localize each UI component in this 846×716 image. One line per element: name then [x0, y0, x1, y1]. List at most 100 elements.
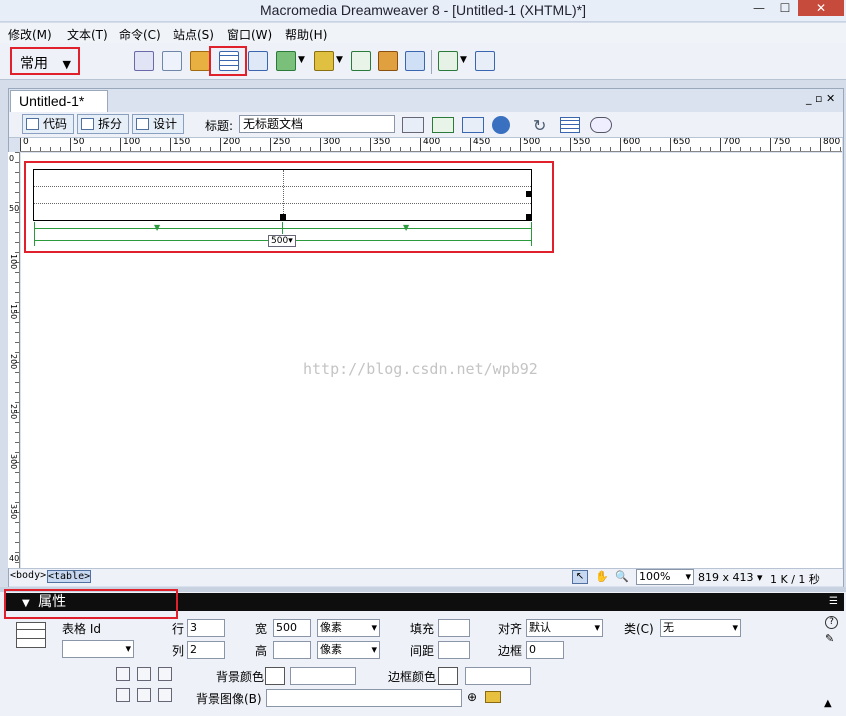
split-view-button[interactable]: 拆分: [77, 114, 129, 134]
guide-tick: [282, 222, 283, 234]
window-size[interactable]: 819 x 413 ▾: [698, 571, 763, 584]
refresh-icon[interactable]: ↻: [533, 116, 551, 135]
cols-label: 列: [172, 644, 185, 658]
hand-tool-icon[interactable]: ✋: [595, 570, 609, 583]
design-icon: [136, 118, 149, 130]
width-label: 宽: [255, 622, 268, 636]
hyperlink-icon[interactable]: [134, 51, 154, 71]
padding-input[interactable]: [438, 619, 470, 637]
div-icon[interactable]: [248, 51, 268, 71]
close-button[interactable]: ✕: [798, 0, 844, 16]
menu-window[interactable]: 窗口(W): [227, 26, 272, 43]
media-dropdown-icon[interactable]: ▼: [336, 55, 343, 65]
menu-commands[interactable]: 命令(C): [119, 26, 161, 43]
zoom-tool-icon[interactable]: 🔍: [615, 570, 629, 583]
selected-table[interactable]: [33, 169, 532, 221]
convert-heights-pct-icon[interactable]: [158, 688, 172, 702]
category-dropdown[interactable]: 常用 ▼: [20, 53, 71, 73]
date-icon[interactable]: [351, 51, 371, 71]
email-link-icon[interactable]: [162, 51, 182, 71]
padding-label: 填充: [410, 622, 435, 636]
table-properties-icon: [16, 622, 46, 648]
convert-heights-px-icon[interactable]: [137, 688, 151, 702]
validate-icon[interactable]: [402, 117, 424, 133]
bgcolor-picker[interactable]: [265, 667, 285, 685]
document-tab[interactable]: Untitled-1*: [10, 90, 108, 112]
server-include-icon[interactable]: [405, 51, 425, 71]
anchor-icon[interactable]: [190, 51, 210, 71]
align-label: 对齐: [498, 622, 523, 636]
bordercolor-input[interactable]: [465, 667, 531, 685]
menu-modify[interactable]: 修改(M): [8, 26, 52, 43]
height-input[interactable]: [273, 641, 311, 659]
width-input[interactable]: 500: [273, 619, 311, 637]
point-to-file-icon[interactable]: ⊕: [467, 690, 477, 704]
minimize-button[interactable]: —: [746, 0, 772, 16]
column-menu-icon[interactable]: ▼: [403, 223, 409, 232]
rows-input[interactable]: 3: [187, 619, 225, 637]
folder-icon[interactable]: [485, 691, 501, 703]
table-width-label[interactable]: 500▾: [268, 235, 296, 247]
column-divider: [283, 170, 284, 220]
bgcolor-input[interactable]: [290, 667, 356, 685]
clear-row-heights-icon[interactable]: [116, 688, 130, 702]
resize-handle[interactable]: [280, 214, 286, 220]
maximize-button[interactable]: ☐: [772, 0, 798, 16]
comment-icon[interactable]: [378, 51, 398, 71]
align-select[interactable]: 默认: [526, 619, 603, 637]
bgimage-input[interactable]: [266, 689, 462, 707]
resize-handle[interactable]: [526, 214, 532, 220]
height-unit-select[interactable]: 像素: [317, 641, 380, 659]
code-view-button[interactable]: 代码: [22, 114, 74, 134]
file-transfer-icon[interactable]: [462, 117, 484, 133]
convert-widths-px-icon[interactable]: [137, 667, 151, 681]
zoom-select[interactable]: 100%: [636, 569, 694, 585]
spacing-label: 间距: [410, 644, 435, 658]
cols-input[interactable]: 2: [187, 641, 225, 659]
column-menu-icon[interactable]: ▼: [154, 223, 160, 232]
title-bar: Macromedia Dreamweaver 8 - [Untitled-1 (…: [0, 0, 846, 22]
table-id-select[interactable]: [62, 640, 134, 658]
chevron-down-icon: ▾: [288, 236, 293, 246]
class-select[interactable]: 无: [660, 619, 741, 637]
bordercolor-label: 边框颜色: [388, 670, 437, 684]
bgcolor-label: 背景颜色: [216, 670, 265, 684]
design-view-button[interactable]: 设计: [132, 114, 184, 134]
pointer-tool-icon[interactable]: ↖: [572, 570, 588, 584]
spacing-input[interactable]: [438, 641, 470, 659]
menu-text[interactable]: 文本(T): [67, 26, 108, 43]
table-id-label: 表格 Id: [62, 622, 101, 636]
category-label: 常用: [20, 56, 48, 72]
template-icon[interactable]: [438, 51, 458, 71]
options-menu-icon[interactable]: ☰: [829, 593, 838, 611]
edit-icon[interactable]: ✎: [825, 632, 834, 645]
border-input[interactable]: 0: [526, 641, 564, 659]
help-icon[interactable]: ?: [825, 616, 838, 629]
preview-icon[interactable]: [432, 117, 454, 133]
tag-table[interactable]: <table>: [47, 570, 92, 583]
browser-preview-icon[interactable]: [492, 116, 510, 134]
toolbar-divider: [431, 50, 432, 74]
media-icon[interactable]: [314, 51, 334, 71]
collapse-panel-icon[interactable]: ▲: [824, 698, 832, 709]
doc-window-controls[interactable]: _ ▫ ✕: [806, 92, 835, 105]
view-options-icon[interactable]: [560, 117, 580, 133]
clear-column-widths-icon[interactable]: [116, 667, 130, 681]
width-unit-select[interactable]: 像素: [317, 619, 380, 637]
convert-widths-pct-icon[interactable]: [158, 667, 172, 681]
image-icon[interactable]: [276, 51, 296, 71]
template-dropdown-icon[interactable]: ▼: [460, 55, 467, 65]
image-dropdown-icon[interactable]: ▼: [298, 55, 305, 65]
menu-help[interactable]: 帮助(H): [285, 26, 327, 43]
visual-aids-icon[interactable]: [590, 117, 612, 133]
properties-highlight: [4, 589, 178, 619]
bgimage-label: 背景图像(B): [196, 692, 262, 706]
menu-site[interactable]: 站点(S): [173, 26, 214, 43]
tag-body[interactable]: <body>: [10, 570, 46, 581]
height-label: 高: [255, 644, 268, 658]
bordercolor-picker[interactable]: [438, 667, 458, 685]
resize-handle[interactable]: [526, 191, 532, 197]
tag-chooser-icon[interactable]: [475, 51, 495, 71]
title-input[interactable]: 无标题文档: [239, 115, 395, 133]
table-icon[interactable]: [219, 51, 239, 71]
